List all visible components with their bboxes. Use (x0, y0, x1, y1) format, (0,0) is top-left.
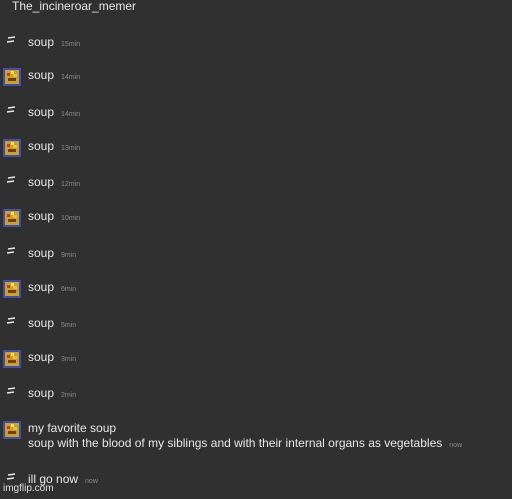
pixel-avatar-icon (3, 68, 21, 86)
message-time: 6min (61, 286, 77, 293)
dash-avatar-icon (6, 36, 16, 43)
message-time: 3min (61, 356, 77, 363)
message-body: soup 2min (28, 386, 76, 400)
message-body: soup 6min (28, 280, 76, 294)
imgflip-watermark: imgflip.com (3, 483, 54, 494)
dash-avatar-icon (6, 176, 16, 183)
pixel-avatar-icon (3, 280, 21, 298)
message-body: soup 15min (28, 35, 80, 49)
message-time: now (449, 442, 463, 449)
message-body: soup 13min (28, 139, 80, 153)
dash-avatar-icon (6, 317, 16, 324)
message-body: soup 12min (28, 175, 80, 189)
dash-avatar-icon (6, 387, 16, 394)
message-text: soup (28, 35, 55, 49)
message-text: soup (28, 175, 55, 189)
message-text: my favorite soup (28, 421, 117, 435)
message-time: 14min (61, 111, 81, 118)
message-text: soup (28, 316, 55, 330)
message-text-line2: soup with the blood of my siblings and w… (28, 436, 443, 450)
message-text: soup (28, 386, 55, 400)
pixel-avatar-icon (3, 421, 21, 439)
message-text: soup (28, 139, 55, 153)
message-text: soup (28, 350, 55, 364)
message-text: soup (28, 246, 55, 260)
dash-avatar-icon (6, 106, 16, 113)
message-time: 12min (61, 181, 81, 188)
chat-title: The_incineroar_memer (12, 0, 137, 13)
message-time: 9min (61, 252, 77, 259)
message-text: soup (28, 105, 55, 119)
message-body: soup 14min (28, 68, 80, 82)
pixel-avatar-icon (3, 350, 21, 368)
message-time: 15min (61, 41, 81, 48)
message-time: 5min (61, 322, 77, 329)
pixel-avatar-icon (3, 209, 21, 227)
dash-avatar-icon (6, 247, 16, 254)
message-body: soup with the blood of my siblings and w… (28, 436, 462, 450)
message-body: soup 9min (28, 246, 76, 260)
message-time: 13min (61, 145, 81, 152)
message-body: soup 14min (28, 105, 80, 119)
message-text: soup (28, 209, 55, 223)
message-time: 14min (61, 74, 81, 81)
chat-window: The_incineroar_memer soup 15min soup 14min… (0, 0, 512, 499)
message-body: soup 3min (28, 350, 76, 364)
message-time: 10min (61, 215, 81, 222)
message-body: soup 10min (28, 209, 80, 223)
message-body: soup 5min (28, 316, 76, 330)
message-text: soup (28, 68, 55, 82)
pixel-avatar-icon (3, 139, 21, 157)
message-time: now (85, 478, 98, 485)
message-time: 2min (61, 392, 77, 399)
message-text: soup (28, 280, 55, 294)
dash-avatar-icon (6, 473, 16, 480)
